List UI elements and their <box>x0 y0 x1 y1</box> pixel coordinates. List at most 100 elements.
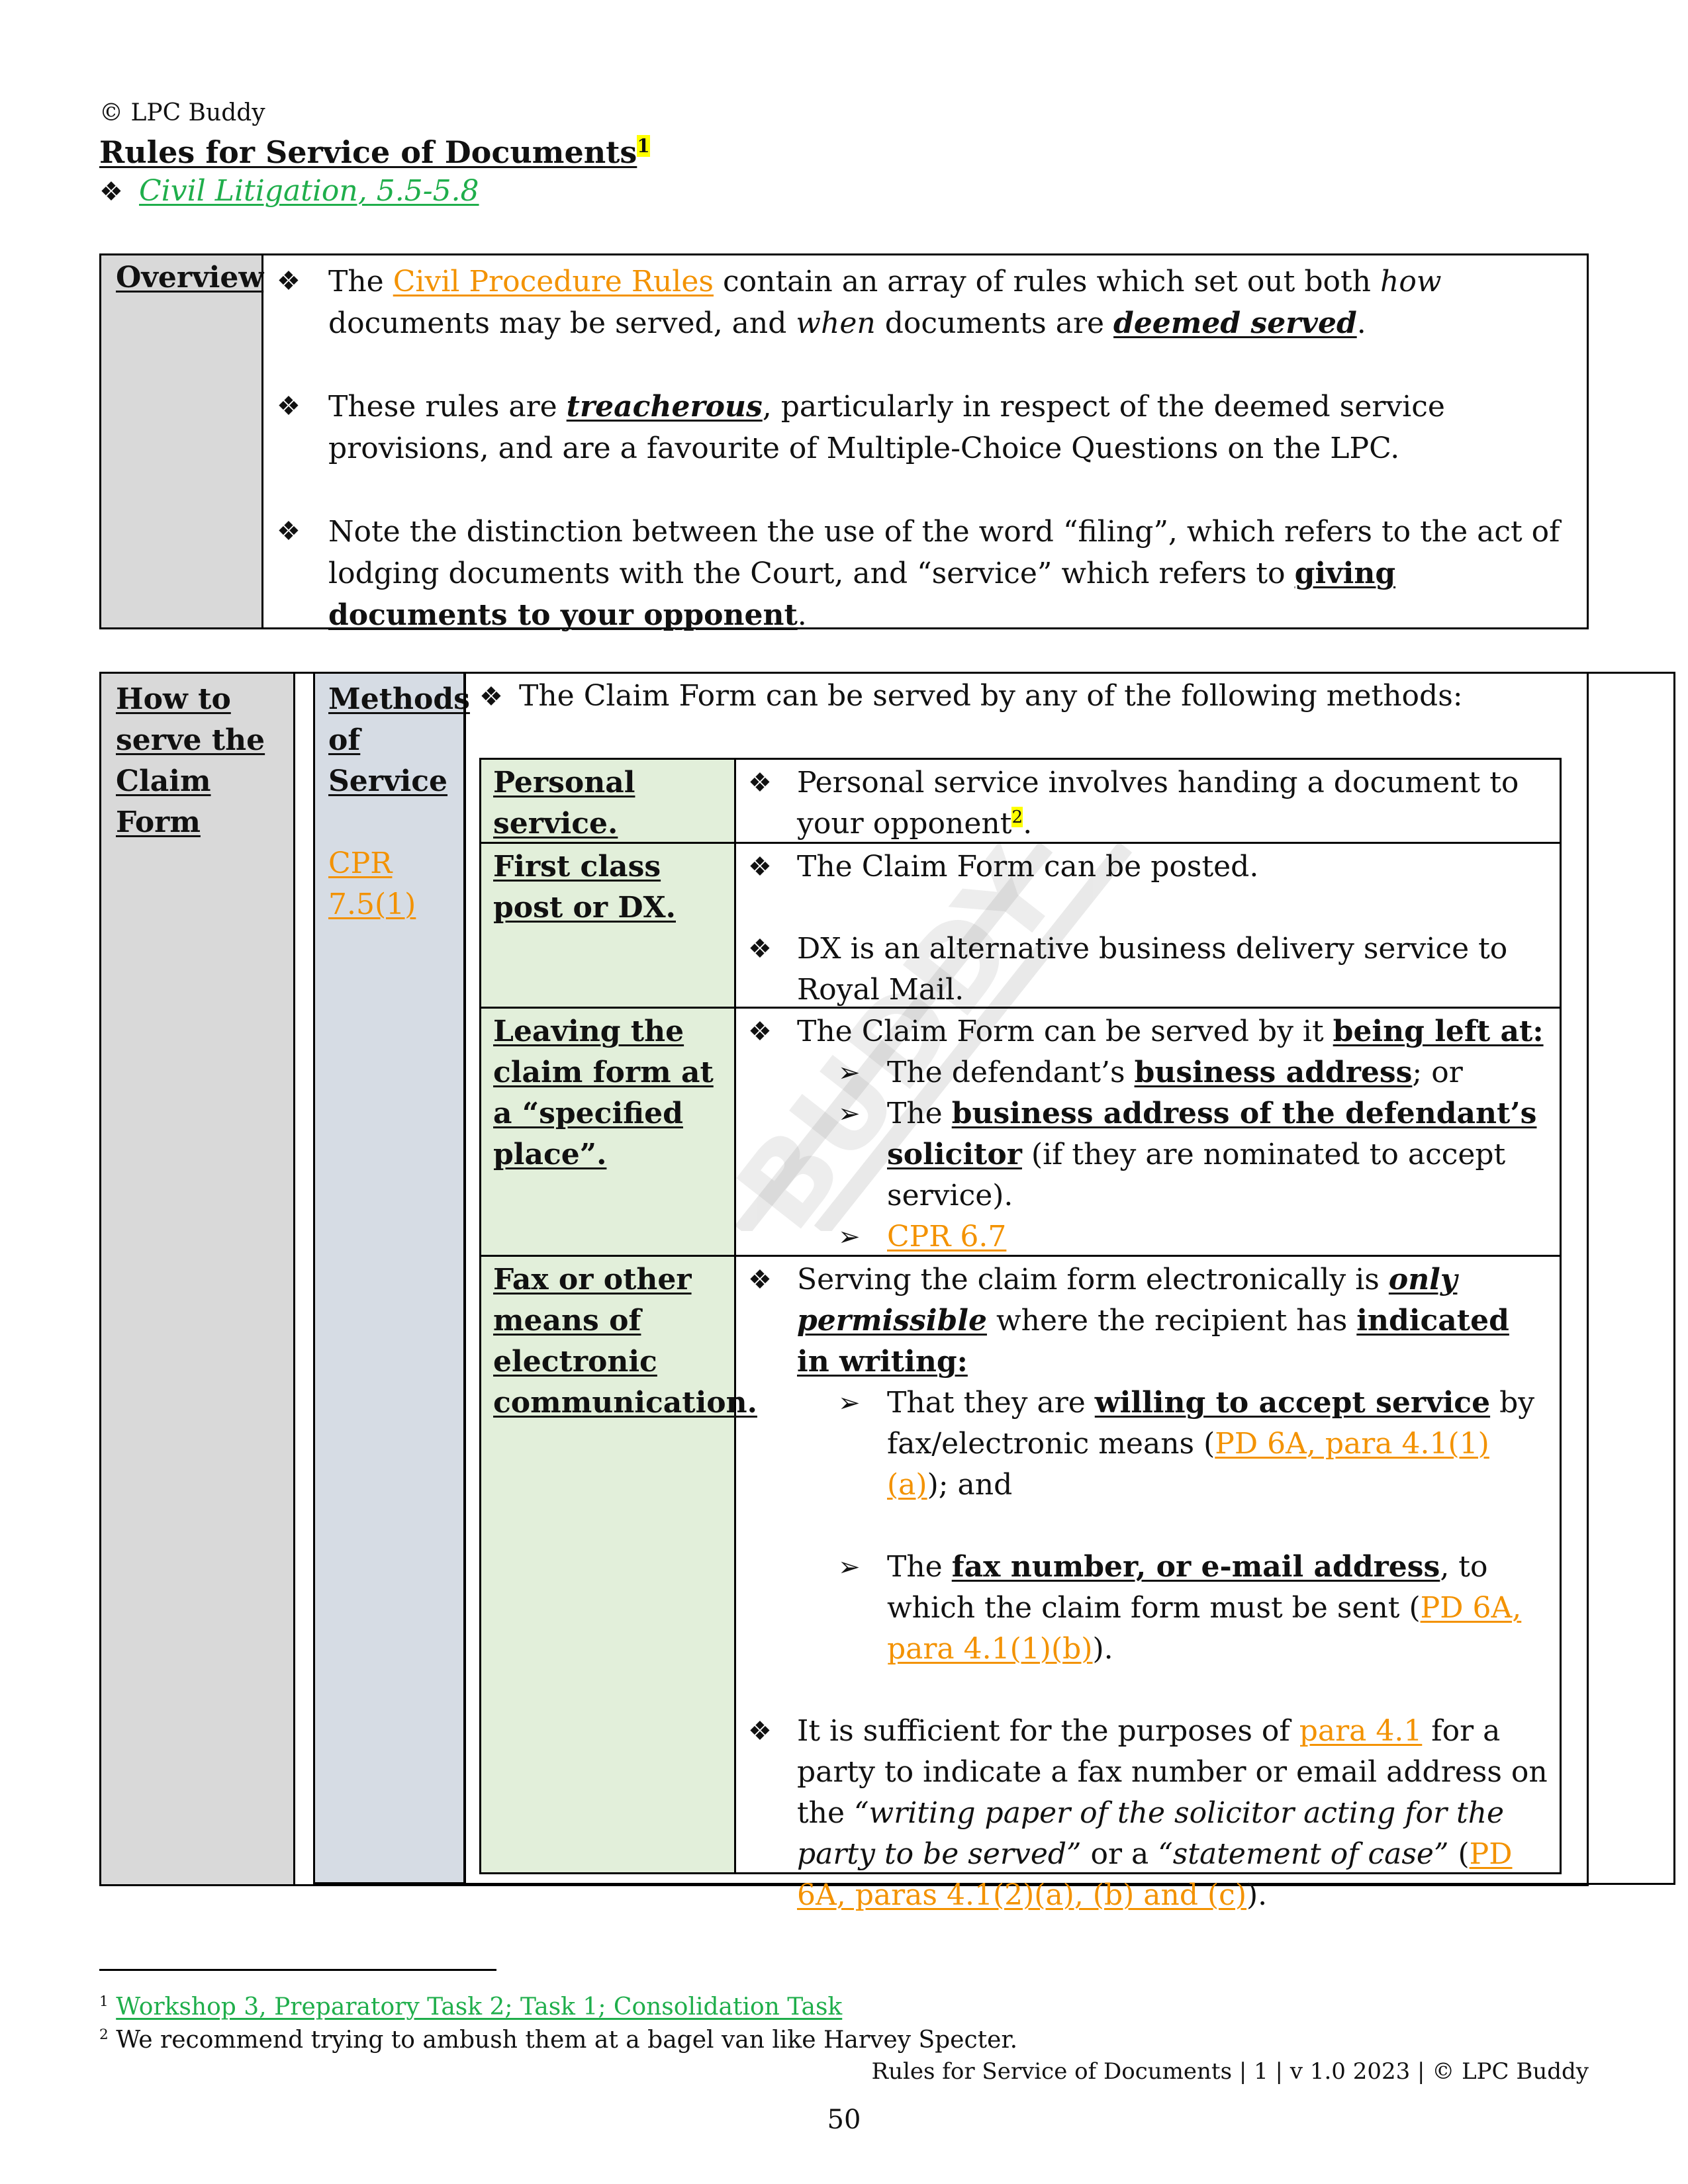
method-label: Fax or other means of electronic communi… <box>481 1257 757 1872</box>
workshop-link[interactable]: Workshop 3, Preparatory Task 2; Task 1; … <box>116 1993 842 2021</box>
text-emphasis: when <box>796 306 876 340</box>
text: First class post or DX. <box>493 850 676 925</box>
copyright-notice: © LPC Buddy <box>99 99 265 126</box>
method-row-specified-place: Leaving the claim form at a “specified p… <box>481 1009 1560 1257</box>
arrow-bullet-icon: ➢ <box>838 1222 861 1252</box>
method-bullet: ❖ DX is an alternative business delivery… <box>748 929 1548 1011</box>
overview-content: ❖ The Civil Procedure Rules contain an a… <box>277 261 1573 678</box>
arrow-bullet-icon: ➢ <box>838 1388 861 1418</box>
diamond-bullet-icon: ❖ <box>748 852 772 882</box>
text: . <box>1023 807 1033 841</box>
methods-of-service-label: Methods of Service <box>328 682 470 798</box>
arrow-bullet-icon: ➢ <box>838 1552 861 1582</box>
arrow-bullet-icon: ➢ <box>838 1099 861 1129</box>
text: contain an array of rules which set out … <box>713 265 1380 298</box>
text: The Claim Form can be posted. <box>797 850 1259 884</box>
text: or a <box>1081 1837 1158 1871</box>
method-bullet: ❖ Personal service involves handing a do… <box>748 762 1548 844</box>
page-title: Rules for Service of Documents1 <box>99 134 650 170</box>
sub-bullet: ➢ The defendant’s business address; or <box>748 1052 1548 1093</box>
text-strong: treacherous <box>566 390 763 424</box>
text: ( <box>1448 1837 1470 1871</box>
text-strong: willing to accept service <box>1094 1386 1491 1420</box>
diamond-bullet-icon: ❖ <box>479 682 503 712</box>
text: DX is an alternative business delivery s… <box>797 932 1508 1007</box>
text: The Claim Form can be served by it <box>797 1015 1333 1048</box>
cpr-6-7-link[interactable]: CPR 6.7 <box>887 1220 1006 1253</box>
diamond-bullet-icon: ❖ <box>748 768 772 798</box>
sub-bullet: ➢ The fax number, or e-mail address, to … <box>748 1547 1548 1670</box>
method-content: ❖ Serving the claim form electronically … <box>736 1257 1560 1912</box>
text: Leaving the claim form at a “specified p… <box>493 1015 714 1171</box>
text: Personal service. <box>493 766 635 841</box>
text: The <box>887 1097 952 1130</box>
sub-bullet: ➢ The business address of the defendant’… <box>748 1093 1548 1216</box>
civil-procedure-rules-link[interactable]: Civil Procedure Rules <box>393 265 714 298</box>
footnote-ref-2[interactable]: 2 <box>1011 807 1023 828</box>
running-footer: Rules for Service of Documents | 1 | v 1… <box>871 2058 1589 2085</box>
text: documents may be served, and <box>328 306 796 340</box>
overview-bullet: ❖ The Civil Procedure Rules contain an a… <box>277 261 1573 344</box>
text-emphasis: how <box>1380 265 1442 298</box>
text-strong: business address <box>1134 1056 1413 1089</box>
footnote-1: 1 Workshop 3, Preparatory Task 2; Task 1… <box>99 1993 842 2021</box>
overview-label-cell: Overview <box>101 255 263 627</box>
method-label: First class post or DX. <box>481 844 736 1007</box>
text: The Claim Form can be served by any of t… <box>519 679 1463 713</box>
text: . <box>1356 306 1366 340</box>
claim-form-table: How to serve the Claim Form Methods of S… <box>99 672 1675 1912</box>
methods-grid: Personal service. ❖ Personal service inv… <box>479 758 1562 1912</box>
overview-bullet: ❖ These rules are treacherous, particula… <box>277 386 1573 469</box>
overview-label: Overview <box>116 261 264 295</box>
text: . <box>797 598 807 632</box>
method-content: ❖ The Claim Form can be posted. ❖ DX is … <box>736 844 1560 1007</box>
diamond-bullet-icon: ❖ <box>748 1017 772 1047</box>
civil-litigation-link[interactable]: Civil Litigation, 5.5-5.8 <box>139 174 479 208</box>
footnote-text: We recommend trying to ambush them at a … <box>116 2026 1018 2054</box>
footnote-2: 2 We recommend trying to ambush them at … <box>99 2026 1017 2054</box>
method-bullet: ❖ The Claim Form can be served by it bei… <box>748 1011 1548 1052</box>
text: ; or <box>1412 1056 1463 1089</box>
diamond-bullet-icon: ❖ <box>277 266 301 296</box>
text: ); and <box>927 1468 1013 1502</box>
method-row-personal: Personal service. ❖ Personal service inv… <box>481 760 1560 844</box>
text: These rules are <box>328 390 567 424</box>
text: where the recipient has <box>986 1304 1357 1338</box>
diamond-bullet-icon: ❖ <box>277 516 301 547</box>
text: The <box>887 1550 952 1584</box>
text: The <box>328 265 393 298</box>
diamond-bullet-icon: ❖ <box>748 1716 772 1747</box>
diamond-bullet-icon: ❖ <box>277 391 301 422</box>
method-bullet: ❖ The Claim Form can be posted. <box>748 846 1548 887</box>
diamond-bullet-icon: ❖ <box>748 1265 772 1295</box>
footnote-number: 1 <box>99 1993 109 2010</box>
sub-bullet: ➢ CPR 6.7 <box>748 1216 1548 1257</box>
method-bullet: ❖ Serving the claim form electronically … <box>748 1259 1548 1383</box>
methods-content: ❖ The Claim Form can be served by any of … <box>464 672 1675 1912</box>
text-strong: fax number, or e-mail address <box>951 1550 1440 1584</box>
methods-intro: ❖ The Claim Form can be served by any of … <box>479 679 1463 713</box>
text-strong: being left at: <box>1333 1015 1544 1048</box>
footnote-ref-1[interactable]: 1 <box>637 134 650 157</box>
cpr-7-5-1-link[interactable]: CPR 7.5(1) <box>328 843 416 925</box>
how-to-serve-label: How to serve the Claim Form <box>116 682 265 839</box>
text: It is sufficient for the purposes of <box>797 1714 1299 1748</box>
text: Serving the claim form electronically is <box>797 1263 1389 1297</box>
text: That they are <box>887 1386 1095 1420</box>
method-bullet: ❖ It is sufficient for the purposes of p… <box>748 1711 1548 1916</box>
page-title-text: Rules for Service of Documents <box>99 134 637 170</box>
footnote-number: 2 <box>99 2026 109 2043</box>
method-content: ❖ The Claim Form can be served by it bei… <box>736 1009 1560 1255</box>
page-number: 50 <box>827 2105 861 2135</box>
text-emphasis: “statement of case” <box>1158 1837 1449 1871</box>
method-label: Leaving the claim form at a “specified p… <box>481 1009 736 1255</box>
methods-of-service-cell: Methods of Service CPR 7.5(1) <box>313 674 470 1884</box>
sub-bullet: ➢ That they are willing to accept servic… <box>748 1383 1548 1506</box>
arrow-bullet-icon: ➢ <box>838 1058 861 1088</box>
text: ). <box>1092 1632 1113 1666</box>
method-content: ❖ Personal service involves handing a do… <box>736 760 1560 842</box>
method-label: Personal service. <box>481 760 736 842</box>
how-to-serve-cell: How to serve the Claim Form <box>101 674 295 1884</box>
method-row-electronic: Fax or other means of electronic communi… <box>481 1257 1560 1912</box>
para-4-1-link[interactable]: para 4.1 <box>1299 1714 1423 1748</box>
